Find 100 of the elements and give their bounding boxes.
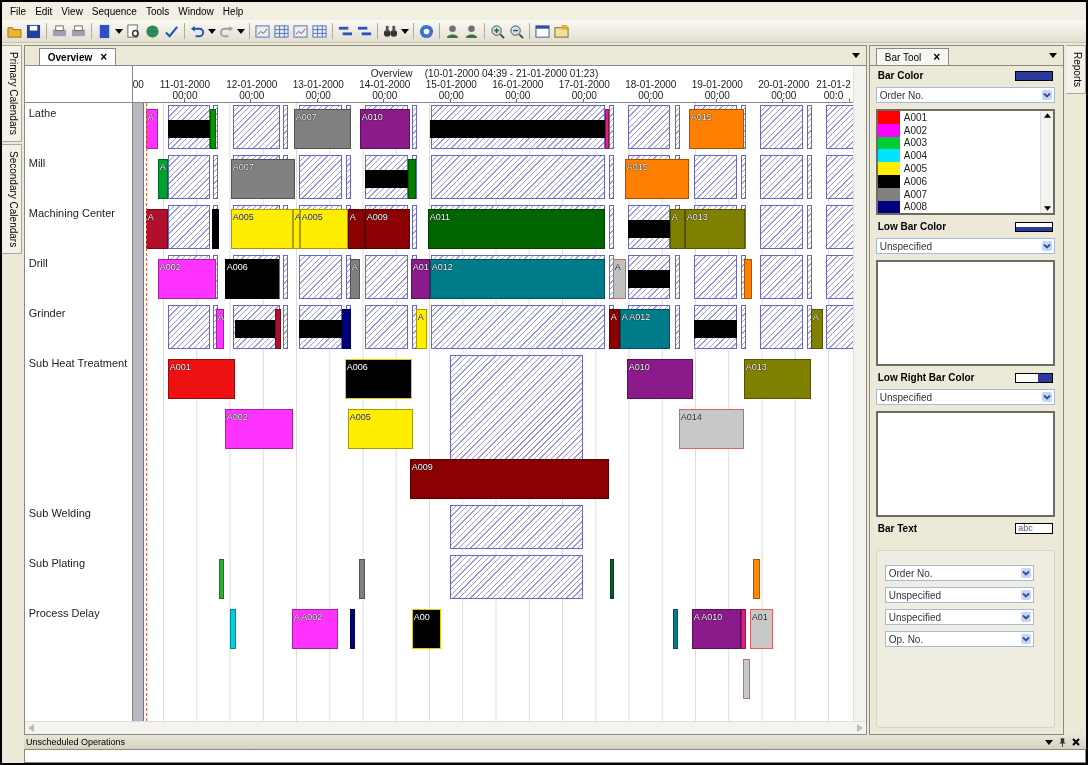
close-icon[interactable]: ×: [933, 51, 941, 63]
menu-item[interactable]: Sequence: [87, 5, 141, 17]
time-label: 00:00: [505, 90, 531, 101]
table-icon[interactable]: [311, 22, 328, 40]
hatched-block: [825, 155, 853, 199]
dropdown[interactable]: Order No.: [875, 87, 1056, 103]
color-legend-list[interactable]: A001 A002 A003 A004 A005 A006 A007 A008: [875, 109, 1056, 215]
color-swatch[interactable]: [1015, 222, 1054, 232]
chart-icon[interactable]: [254, 22, 271, 40]
caret-icon[interactable]: [115, 28, 123, 34]
operation-bar[interactable]: [167, 120, 210, 138]
hatched-block: [627, 105, 670, 149]
operation-bar[interactable]: A009: [364, 209, 410, 249]
help-icon[interactable]: [418, 22, 435, 40]
operation-bar[interactable]: [627, 270, 670, 288]
side-tab[interactable]: Primary Calendars: [2, 45, 22, 142]
menu-item[interactable]: File: [6, 5, 31, 17]
hatched-block: [364, 305, 408, 349]
operation-bar[interactable]: A: [415, 309, 427, 349]
zoom-out-icon[interactable]: [508, 22, 525, 40]
operation-bar[interactable]: A A012: [619, 309, 670, 349]
operation-bar[interactable]: [627, 220, 670, 238]
dropdown[interactable]: Unspecified: [884, 609, 1035, 625]
scroll-up-icon[interactable]: [1043, 113, 1051, 118]
side-tab[interactable]: Secondary Calendars: [2, 143, 22, 254]
operation-bar[interactable]: [358, 559, 365, 599]
vertical-scrollbar[interactable]: [852, 66, 866, 721]
operation-bar[interactable]: A001: [167, 359, 235, 399]
dropdown-caret-icon[interactable]: [851, 53, 860, 58]
operation-bar[interactable]: A01: [749, 609, 773, 649]
hatched-block: [759, 105, 803, 149]
scroll-down-icon[interactable]: [1043, 206, 1051, 211]
dropdown-caret-icon[interactable]: [1045, 739, 1053, 745]
dropdown[interactable]: Unspecified: [875, 238, 1056, 254]
operation-bar[interactable]: A00: [411, 609, 441, 649]
operation-bar[interactable]: A006: [224, 259, 279, 299]
person-icon[interactable]: [463, 22, 480, 40]
preview-icon[interactable]: [125, 22, 142, 40]
operation-bar[interactable]: A006: [344, 359, 412, 399]
list-box[interactable]: [875, 260, 1056, 366]
dropdown[interactable]: Unspecified: [875, 389, 1056, 405]
date-label: 11-01-2000: [159, 79, 211, 90]
pin-icon[interactable]: [1059, 737, 1066, 747]
zoom-in-icon[interactable]: [489, 22, 506, 40]
person-icon[interactable]: [444, 22, 461, 40]
caret-icon[interactable]: [208, 28, 216, 34]
operation-bar[interactable]: A012: [429, 259, 605, 299]
operation-bar[interactable]: [609, 559, 614, 599]
menu-item[interactable]: Help: [218, 5, 248, 17]
dropdown-caret-icon[interactable]: [1049, 53, 1058, 58]
operation-bar[interactable]: A A010: [691, 609, 741, 649]
hatched-block: [740, 155, 746, 199]
operation-bar[interactable]: [349, 609, 355, 649]
text-sample[interactable]: abc: [1015, 523, 1054, 534]
save-icon[interactable]: [25, 22, 42, 40]
operation-bar[interactable]: A014: [678, 409, 744, 449]
operation-bar[interactable]: [211, 209, 219, 249]
operation-bar[interactable]: [364, 170, 408, 188]
operation-bar[interactable]: A013: [743, 359, 811, 399]
side-tab[interactable]: Reports: [1066, 45, 1086, 94]
legend-label: A001: [903, 111, 928, 123]
color-swatch[interactable]: [1015, 373, 1054, 383]
dropdown[interactable]: Order No.: [884, 565, 1035, 581]
menu-item[interactable]: Edit: [31, 5, 57, 17]
operation-bar[interactable]: A: [608, 309, 620, 349]
operation-bar[interactable]: [693, 320, 737, 338]
dropdown[interactable]: Unspecified: [884, 587, 1035, 603]
operation-bar[interactable]: A009: [409, 459, 609, 499]
list-box[interactable]: [875, 411, 1056, 517]
time-label: 00:00: [372, 90, 398, 101]
document-tab[interactable]: Overview ×: [38, 48, 117, 65]
caret-icon[interactable]: [401, 28, 409, 34]
chart-icon[interactable]: [292, 22, 309, 40]
operation-bar[interactable]: A010: [359, 109, 410, 149]
menu-item[interactable]: Tools: [141, 5, 174, 17]
operation-bar[interactable]: [672, 609, 678, 649]
operation-bar[interactable]: [298, 320, 342, 338]
window-icon[interactable]: [534, 22, 551, 40]
bar-tool-tab[interactable]: Bar Tool ×: [875, 48, 950, 65]
dropdown[interactable]: Op. No.: [884, 631, 1035, 647]
operation-bar[interactable]: [274, 309, 281, 349]
menu-item[interactable]: Window: [174, 5, 218, 17]
operation-bar[interactable]: [234, 320, 275, 338]
menu-item[interactable]: View: [57, 5, 87, 17]
operation-bar[interactable]: A005: [347, 409, 413, 449]
operation-bar[interactable]: A013: [684, 209, 745, 249]
operation-bar[interactable]: A010: [626, 359, 693, 399]
color-swatch[interactable]: [1015, 71, 1054, 81]
operation-bar[interactable]: [218, 559, 224, 599]
close-icon[interactable]: [1072, 738, 1080, 746]
globe-icon[interactable]: [144, 22, 161, 40]
operation-bar[interactable]: A005: [299, 209, 348, 249]
close-icon[interactable]: ×: [100, 51, 108, 63]
operation-bar[interactable]: A01: [410, 259, 430, 299]
operation-bar[interactable]: A005: [230, 209, 293, 249]
table-icon[interactable]: [273, 22, 290, 40]
hatched-block: [364, 255, 408, 299]
operation-bar[interactable]: A: [145, 209, 168, 249]
caret-icon[interactable]: [237, 28, 245, 34]
operation-bar[interactable]: A011: [427, 209, 605, 249]
